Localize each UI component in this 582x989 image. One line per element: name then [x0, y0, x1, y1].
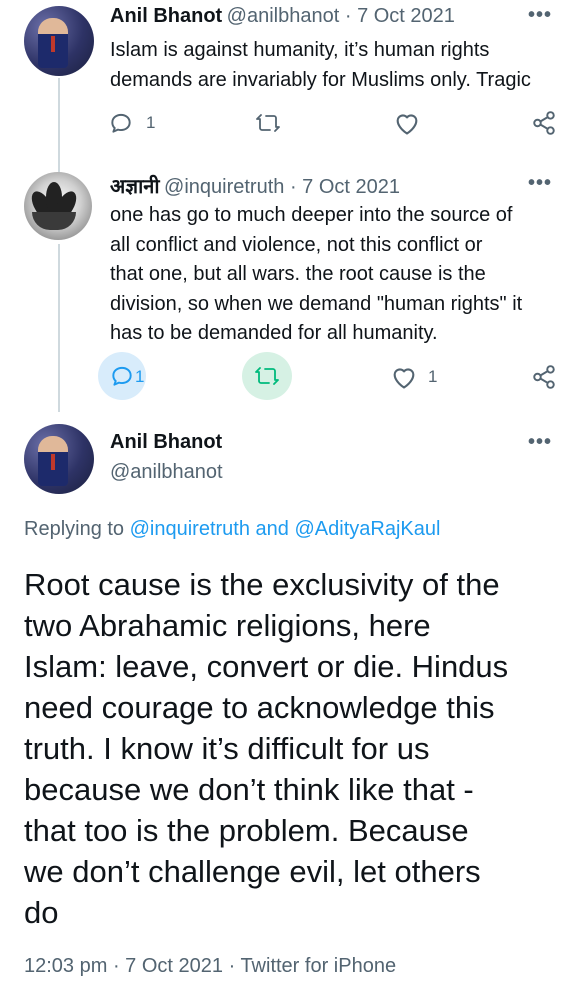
reply-icon	[111, 113, 131, 133]
tweet-text-line: one has go to much deeper into the sourc…	[110, 204, 513, 226]
reply-count: 1	[146, 113, 156, 132]
tweet-text-line: because we don’t think like that -	[24, 772, 474, 807]
thread-line-1	[58, 78, 60, 174]
author-handle[interactable]: @anilbhanot	[227, 5, 340, 27]
tweet-text-line: do	[24, 895, 59, 930]
replying-and: and	[250, 518, 295, 540]
more-icon[interactable]: •••	[528, 172, 552, 195]
reply-button-active[interactable]: 1	[98, 352, 146, 400]
tweet-text-line: two Abrahamic religions, here	[24, 608, 431, 643]
avatar[interactable]	[24, 172, 92, 240]
author-handle[interactable]: @inquiretruth	[164, 176, 284, 198]
tweet-date[interactable]: 7 Oct 2021	[125, 955, 223, 977]
share-icon	[533, 365, 555, 389]
tweet-timestamp: 12:03 pm · 7 Oct 2021 · Twitter for iPho…	[24, 955, 396, 978]
tweet2-text: one has go to much deeper into the sourc…	[110, 201, 522, 349]
tweet-text-line: that too is the problem. Because	[24, 813, 469, 848]
tweet2-header: अज्ञानी @inquiretruth · 7 Oct 2021	[110, 172, 400, 199]
tweet-date[interactable]: 7 Oct 2021	[357, 5, 455, 27]
share-button[interactable]	[531, 110, 557, 136]
author-name[interactable]: अज्ञानी	[110, 176, 160, 198]
reply-icon	[112, 366, 132, 386]
tweet-text-line: all conflict and violence, not this conf…	[110, 233, 483, 256]
like-count: 1	[428, 367, 438, 386]
meta-separator: ·	[339, 5, 358, 27]
replying-user-link[interactable]: @AdityaRajKaul	[294, 518, 440, 540]
retweet-icon	[255, 367, 279, 385]
heart-icon	[396, 114, 418, 135]
more-icon[interactable]: •••	[528, 431, 552, 454]
tweet-time[interactable]: 12:03 pm	[24, 955, 107, 977]
retweet-button[interactable]	[254, 110, 282, 136]
share-icon	[533, 111, 555, 135]
author-name[interactable]: Anil Bhanot	[110, 5, 222, 27]
meta-separator: ·	[107, 955, 126, 977]
replying-prefix: Replying to	[24, 518, 130, 540]
tweet-source[interactable]: Twitter for iPhone	[240, 955, 396, 977]
tweet-text-line: Islam: leave, convert or die. Hindus	[24, 649, 509, 684]
like-button[interactable]	[393, 110, 421, 136]
reply-count: 1	[135, 366, 145, 386]
replying-to: Replying to @inquiretruth and @AdityaRaj…	[24, 518, 440, 541]
tweet-text-line: Root cause is the exclusivity of the	[24, 567, 500, 602]
tweet-text-line: that one, but all wars. the root cause i…	[110, 263, 486, 285]
retweet-icon	[256, 114, 280, 132]
avatar[interactable]	[24, 424, 94, 494]
main-author-name[interactable]: Anil Bhanot	[110, 431, 222, 454]
avatar[interactable]	[24, 6, 94, 76]
heart-icon	[393, 368, 415, 389]
tweet1-header: Anil Bhanot @anilbhanot · 7 Oct 2021	[110, 5, 455, 28]
retweet-button-active[interactable]	[242, 352, 292, 400]
tweet-text-line: demands are invariably for Muslims only.…	[110, 68, 531, 91]
reply-button[interactable]: 1	[108, 110, 155, 136]
meta-separator: ·	[284, 176, 303, 198]
tweet1-text: Islam is against humanity, it’s human ri…	[110, 36, 531, 95]
tweet-text-line: has to be demanded for all humanity.	[110, 322, 438, 344]
tweet-text-line: need courage to acknowledge this	[24, 690, 495, 725]
tweet-text-line: division, so when we demand "human right…	[110, 292, 523, 315]
tweet-date[interactable]: 7 Oct 2021	[302, 176, 400, 198]
more-icon[interactable]: •••	[528, 4, 552, 27]
share-button[interactable]	[531, 364, 557, 390]
tweet-text-line: we don’t challenge evil, let others	[24, 854, 481, 889]
meta-separator: ·	[223, 955, 241, 977]
tweet-text-line: truth. I know it’s difficult for us	[24, 731, 430, 766]
like-button[interactable]: 1	[390, 364, 437, 390]
main-author-handle[interactable]: @anilbhanot	[110, 461, 223, 484]
main-tweet-text: Root cause is the exclusivity of the two…	[24, 564, 508, 933]
replying-user-link[interactable]: @inquiretruth	[130, 518, 250, 540]
tweet-text-line: Islam is against humanity, it’s human ri…	[110, 39, 490, 61]
thread-line-2	[58, 244, 60, 412]
